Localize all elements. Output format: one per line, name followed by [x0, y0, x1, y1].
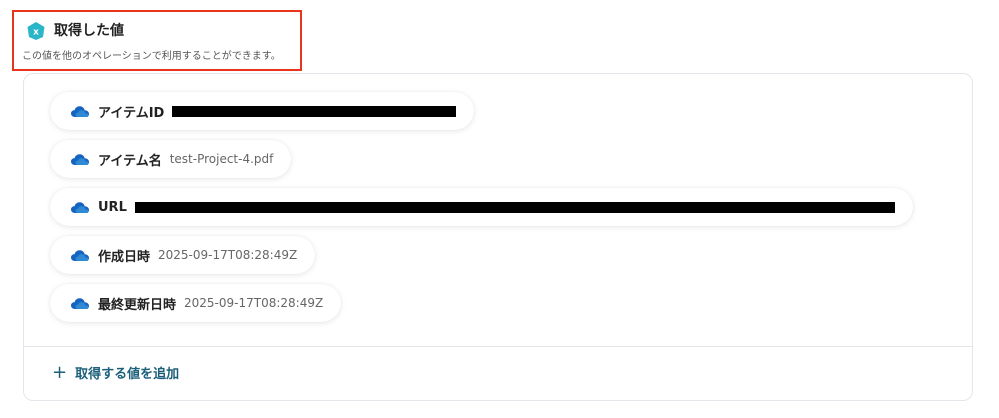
redacted-value	[172, 105, 457, 117]
section-title: 取得した値	[54, 23, 124, 39]
onedrive-cloud-icon	[71, 201, 89, 213]
onedrive-cloud-icon	[71, 249, 89, 261]
add-value-label: 取得する値を追加	[75, 367, 180, 382]
onedrive-cloud-icon	[71, 297, 89, 309]
redacted-value	[134, 201, 895, 213]
divider	[24, 346, 972, 347]
retrieved-values-panel: アイテムID アイテム名 test-Project-4.pdf URL 作成日時…	[23, 73, 973, 401]
retrieved-values-header: x 取得した値 この値を他のオペレーションで利用することができます。	[12, 10, 302, 71]
plus-icon: +	[52, 361, 68, 383]
add-value-button[interactable]: + 取得する値を追加	[52, 363, 179, 382]
field-chip-item-name[interactable]: アイテム名 test-Project-4.pdf	[50, 140, 292, 178]
field-chip-modified-at[interactable]: 最終更新日時 2025-09-17T08:28:49Z	[50, 284, 342, 322]
field-label: URL	[98, 199, 127, 215]
field-value: test-Project-4.pdf	[169, 152, 274, 166]
field-value: 2025-09-17T08:28:49Z	[184, 296, 324, 310]
section-description: この値を他のオペレーションで利用することができます。	[22, 51, 281, 62]
x-badge-icon: x	[27, 22, 45, 40]
field-label: 最終更新日時	[98, 297, 177, 313]
onedrive-cloud-icon	[71, 105, 89, 117]
field-label: アイテム名	[98, 153, 162, 169]
field-value: 2025-09-17T08:28:49Z	[158, 248, 298, 262]
field-label: 作成日時	[98, 249, 151, 265]
svg-text:x: x	[33, 28, 39, 38]
field-chip-created-at[interactable]: 作成日時 2025-09-17T08:28:49Z	[50, 236, 316, 274]
field-chip-url[interactable]: URL	[50, 188, 913, 226]
onedrive-cloud-icon	[71, 153, 89, 165]
field-chip-item-id[interactable]: アイテムID	[50, 92, 475, 130]
field-label: アイテムID	[98, 105, 165, 121]
